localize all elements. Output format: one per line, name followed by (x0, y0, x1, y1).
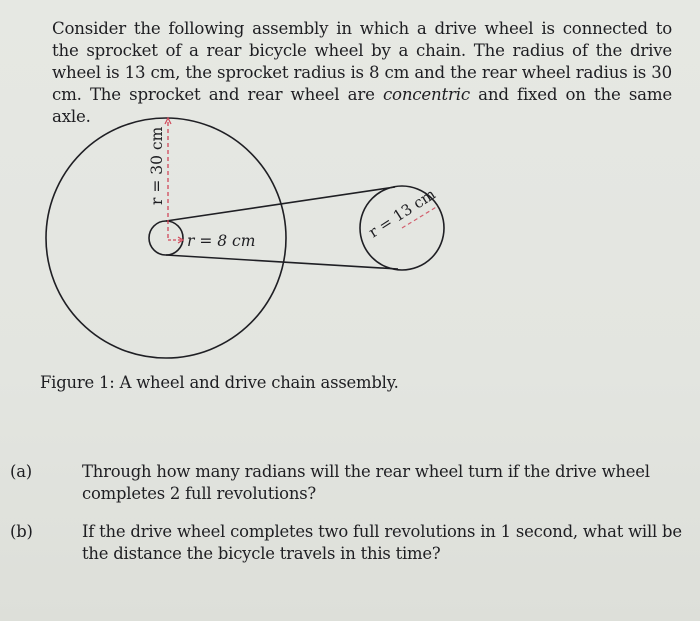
drive-wheel-radius-label: r = 13 cm (365, 185, 438, 241)
sprocket-circle (148, 220, 184, 256)
chain-top-line (165, 186, 396, 222)
wheel-chain-figure: r = 30 cm r = 8 cm r = 13 cm (45, 116, 445, 359)
question-b-text: If the drive wheel completes two full re… (82, 522, 682, 563)
question-a: (a) Through how many radians will the rea… (10, 461, 700, 505)
question-a-label: (a) (10, 462, 32, 481)
rear-wheel-radius-label: r = 30 cm (148, 126, 166, 205)
question-b-label: (b) (10, 522, 33, 541)
figure-caption: Figure 1: A wheel and drive chain assemb… (40, 373, 399, 392)
question-b: (b) If the drive wheel completes two full… (10, 521, 700, 565)
sprocket-radius-label: r = 8 cm (187, 232, 255, 250)
question-a-text: Through how many radians will the rear w… (82, 462, 650, 503)
